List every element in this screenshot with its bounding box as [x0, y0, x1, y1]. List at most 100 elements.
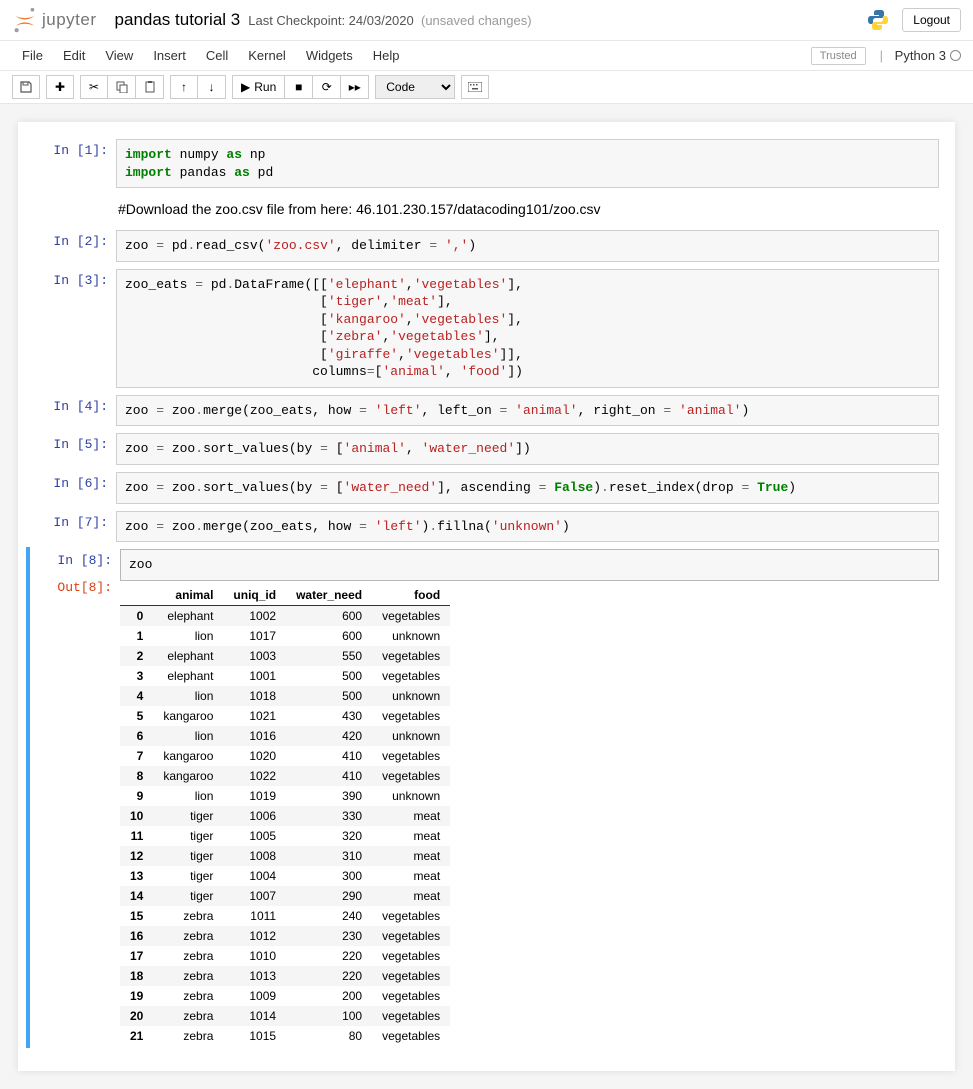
table-cell: unknown [372, 686, 450, 706]
code-input[interactable]: zoo_eats = pd.DataFrame([['elephant','ve… [116, 269, 939, 388]
table-cell: 410 [286, 746, 372, 766]
row-index: 9 [120, 786, 153, 806]
move-down-button[interactable]: ↓ [198, 75, 226, 99]
table-row: 12tiger1008310meat [120, 846, 450, 866]
cut-button[interactable]: ✂ [80, 75, 108, 99]
table-cell: kangaroo [153, 706, 223, 726]
logo-text: jupyter [42, 10, 97, 30]
table-cell: vegetables [372, 1026, 450, 1046]
restart-button[interactable]: ⟳ [313, 75, 341, 99]
menu-kernel[interactable]: Kernel [238, 44, 296, 67]
code-cell[interactable]: In [7]: zoo = zoo.merge(zoo_eats, how = … [26, 509, 947, 545]
row-index: 20 [120, 1006, 153, 1026]
code-input[interactable]: zoo [120, 549, 939, 581]
code-cell[interactable]: In [2]: zoo = pd.read_csv('zoo.csv', del… [26, 228, 947, 264]
menu-edit[interactable]: Edit [53, 44, 95, 67]
trusted-badge[interactable]: Trusted [811, 47, 866, 65]
table-cell: unknown [372, 726, 450, 746]
code-cell[interactable]: In [6]: zoo = zoo.sort_values(by = ['wat… [26, 470, 947, 506]
table-cell: 1010 [223, 946, 286, 966]
code-cell[interactable]: In [1]: import numpy as np import pandas… [26, 137, 947, 190]
kernel-indicator[interactable]: | Python 3 [880, 48, 961, 63]
row-index: 11 [120, 826, 153, 846]
table-cell: 1011 [223, 906, 286, 926]
table-cell: 1004 [223, 866, 286, 886]
stop-icon: ■ [295, 80, 302, 94]
input-prompt: In [2]: [26, 230, 116, 262]
move-up-button[interactable]: ↑ [170, 75, 198, 99]
table-cell: 1013 [223, 966, 286, 986]
restart-run-all-button[interactable]: ▸▸ [341, 75, 369, 99]
input-prompt [26, 195, 116, 223]
save-button[interactable] [12, 75, 40, 99]
copy-button[interactable] [108, 75, 136, 99]
notebook-container: In [1]: import numpy as np import pandas… [0, 104, 973, 1089]
markdown-cell[interactable]: #Download the zoo.csv file from here: 46… [26, 193, 947, 225]
row-index: 21 [120, 1026, 153, 1046]
plus-icon: ✚ [55, 80, 65, 94]
table-cell: elephant [153, 605, 223, 626]
table-cell: vegetables [372, 746, 450, 766]
table-cell: 410 [286, 766, 372, 786]
restart-icon: ⟳ [322, 80, 332, 94]
table-cell: 550 [286, 646, 372, 666]
table-cell: vegetables [372, 605, 450, 626]
code-cell[interactable]: In [4]: zoo = zoo.merge(zoo_eats, how = … [26, 393, 947, 429]
table-cell: unknown [372, 626, 450, 646]
row-index: 17 [120, 946, 153, 966]
code-input[interactable]: zoo = zoo.merge(zoo_eats, how = 'left', … [116, 395, 939, 427]
code-cell[interactable]: In [8]: Out[8]: zoo animaluniq_idwater_n… [26, 547, 947, 1048]
menu-file[interactable]: File [12, 44, 53, 67]
menu-insert[interactable]: Insert [143, 44, 196, 67]
table-cell: vegetables [372, 986, 450, 1006]
table-cell: tiger [153, 846, 223, 866]
row-index: 1 [120, 626, 153, 646]
table-cell: vegetables [372, 646, 450, 666]
code-input[interactable]: zoo = zoo.sort_values(by = ['animal', 'w… [116, 433, 939, 465]
table-row: 11tiger1005320meat [120, 826, 450, 846]
table-cell: 1022 [223, 766, 286, 786]
table-cell: elephant [153, 666, 223, 686]
code-input[interactable]: zoo = pd.read_csv('zoo.csv', delimiter =… [116, 230, 939, 262]
menu-help[interactable]: Help [363, 44, 410, 67]
code-cell[interactable]: In [5]: zoo = zoo.sort_values(by = ['ani… [26, 431, 947, 467]
table-cell: lion [153, 726, 223, 746]
code-cell[interactable]: In [3]: zoo_eats = pd.DataFrame([['eleph… [26, 267, 947, 390]
table-cell: 600 [286, 605, 372, 626]
table-cell: meat [372, 826, 450, 846]
notebook-title[interactable]: pandas tutorial 3 [115, 10, 241, 30]
code-input[interactable]: zoo = zoo.merge(zoo_eats, how = 'left').… [116, 511, 939, 543]
copy-icon [116, 81, 128, 93]
menu-cell[interactable]: Cell [196, 44, 238, 67]
add-cell-button[interactable]: ✚ [46, 75, 74, 99]
table-cell: meat [372, 886, 450, 906]
run-button[interactable]: ▶Run [232, 75, 285, 99]
row-index: 2 [120, 646, 153, 666]
menu-view[interactable]: View [95, 44, 143, 67]
table-cell: 1020 [223, 746, 286, 766]
table-cell: 1014 [223, 1006, 286, 1026]
table-cell: 1015 [223, 1026, 286, 1046]
table-cell: zebra [153, 906, 223, 926]
arrow-up-icon: ↑ [181, 80, 187, 94]
menu-widgets[interactable]: Widgets [296, 44, 363, 67]
row-index: 8 [120, 766, 153, 786]
table-header [120, 585, 153, 606]
fast-forward-icon: ▸▸ [349, 80, 361, 94]
table-cell: kangaroo [153, 746, 223, 766]
table-row: 15zebra1011240vegetables [120, 906, 450, 926]
code-input[interactable]: import numpy as np import pandas as pd [116, 139, 939, 188]
celltype-select[interactable]: Code [375, 75, 455, 99]
interrupt-button[interactable]: ■ [285, 75, 313, 99]
code-input[interactable]: zoo = zoo.sort_values(by = ['water_need'… [116, 472, 939, 504]
table-row: 21zebra101580vegetables [120, 1026, 450, 1046]
input-prompt: In [5]: [26, 433, 116, 465]
command-palette-button[interactable] [461, 75, 489, 99]
paste-button[interactable] [136, 75, 164, 99]
logout-button[interactable]: Logout [902, 8, 961, 32]
table-cell: 300 [286, 866, 372, 886]
output-prompt: Out[8]: [30, 576, 120, 595]
table-cell: meat [372, 846, 450, 866]
cut-icon: ✂ [89, 80, 99, 94]
table-row: 18zebra1013220vegetables [120, 966, 450, 986]
